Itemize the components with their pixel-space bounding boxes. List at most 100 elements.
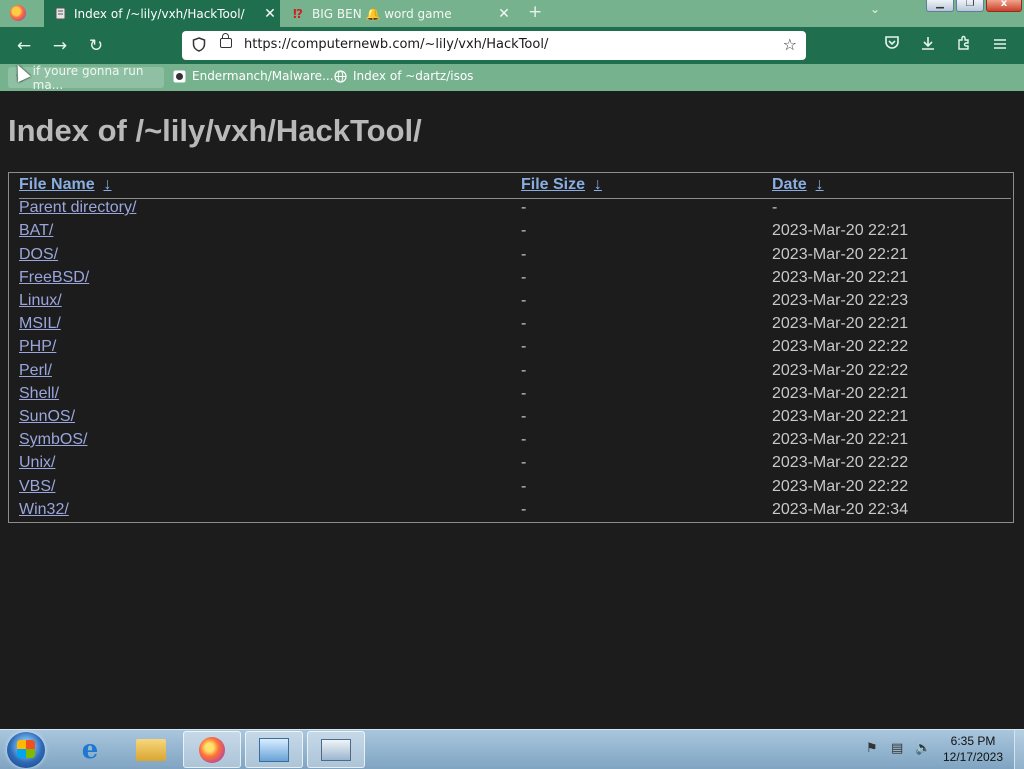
table-header-row: File Name ↓ File Size ↓ Date ↓ — [19, 176, 1011, 199]
directory-link[interactable]: SunOS/ — [19, 408, 75, 425]
close-icon: x — [1000, 0, 1008, 9]
new-tab-button[interactable]: + — [528, 2, 542, 22]
tab-hacktool-index[interactable]: Index of /~lily/vxh/HackTool/ ✕ — [44, 0, 280, 27]
directory-link[interactable]: VBS/ — [19, 478, 55, 495]
directory-link[interactable]: Unix/ — [19, 454, 55, 471]
file-size-cell: - — [521, 246, 527, 263]
address-bar[interactable]: https://computernewb.com/~lily/vxh/HackT… — [182, 31, 806, 60]
file-explorer-icon — [136, 738, 166, 761]
document-server-icon — [53, 7, 67, 21]
table-row: Perl/ - 2023-Mar-20 22:22 — [19, 362, 1011, 384]
table-row: DOS/ - 2023-Mar-20 22:21 — [19, 246, 1011, 268]
firefox-icon — [199, 736, 225, 763]
table-row: SymbOS/ - 2023-Mar-20 22:21 — [19, 431, 1011, 453]
table-row: Win32/ - 2023-Mar-20 22:34 — [19, 501, 1011, 523]
sort-arrow-icon: ↓ — [593, 176, 602, 193]
exclamation-red-icon: ⁉ — [293, 6, 303, 21]
directory-link[interactable]: BAT/ — [19, 222, 53, 239]
date-cell: 2023-Mar-20 22:23 — [772, 292, 909, 309]
show-desktop-button[interactable] — [1014, 730, 1024, 769]
header-label: File Name — [19, 176, 95, 193]
date-cell: 2023-Mar-20 22:22 — [772, 338, 909, 355]
minimize-button[interactable]: ▁ — [926, 0, 954, 12]
network-icon[interactable]: ▤ — [891, 741, 903, 756]
directory-link[interactable]: PHP/ — [19, 338, 56, 355]
reload-icon: ↻ — [88, 36, 104, 56]
file-size-cell: - — [521, 408, 527, 425]
file-size-cell: - — [521, 501, 527, 518]
table-row: PHP/ - 2023-Mar-20 22:22 — [19, 338, 1011, 360]
table-row: Unix/ - 2023-Mar-20 22:22 — [19, 454, 1011, 476]
bookmarks-toolbar: ❦ if youre gonna run ma... Endermanch/Ma… — [0, 64, 1024, 92]
reload-button[interactable]: ↻ — [85, 35, 107, 57]
tab-title: Index of /~lily/vxh/HackTool/ — [74, 6, 245, 21]
date-cell: 2023-Mar-20 22:34 — [772, 501, 909, 518]
globe-icon — [333, 69, 347, 83]
file-size-cell: - — [521, 362, 527, 379]
directory-link[interactable]: Linux/ — [19, 292, 62, 309]
bookmark-item[interactable]: Endermanch/Malware... — [172, 69, 334, 83]
list-all-tabs-icon[interactable]: ⌄ — [870, 2, 880, 16]
date-cell: 2023-Mar-20 22:21 — [772, 269, 909, 286]
sort-by-name-link[interactable]: File Name ↓ — [19, 176, 111, 194]
file-size-cell: - — [521, 454, 527, 471]
restore-icon: ❐ — [965, 0, 975, 9]
volume-muted-icon[interactable]: 🔈 — [915, 741, 931, 756]
table-row: Linux/ - 2023-Mar-20 22:23 — [19, 292, 1011, 314]
hamburger-menu-icon[interactable] — [990, 35, 1010, 54]
bookmark-item[interactable]: Index of ~dartz/isos — [333, 69, 473, 83]
directory-link[interactable]: DOS/ — [19, 246, 58, 263]
url-text[interactable]: https://computernewb.com/~lily/vxh/HackT… — [244, 37, 548, 52]
minimize-icon: ▁ — [936, 0, 944, 9]
page-title: Index of /~lily/vxh/HackTool/ — [8, 113, 422, 148]
taskbar-internet-explorer[interactable]: e — [61, 731, 119, 768]
directory-link[interactable]: Win32/ — [19, 501, 69, 518]
directory-link[interactable]: Perl/ — [19, 362, 52, 379]
github-icon — [172, 69, 186, 83]
file-size-cell: - — [521, 222, 527, 239]
bookmark-item[interactable]: ❦ if youre gonna run ma... — [8, 64, 164, 92]
directory-link[interactable]: SymbOS/ — [19, 431, 87, 448]
tracking-protection-shield-icon[interactable] — [192, 37, 206, 56]
lock-icon[interactable] — [220, 33, 232, 48]
sort-by-size-link[interactable]: File Size ↓ — [521, 176, 602, 194]
header-label: Date — [772, 176, 807, 193]
start-button[interactable] — [7, 732, 45, 768]
close-tab-icon[interactable]: ✕ — [260, 6, 280, 22]
taskbar-on-screen-keyboard[interactable] — [307, 731, 365, 768]
system-clock[interactable]: 6:35 PM 12/17/2023 — [938, 733, 1008, 765]
back-button[interactable]: ← — [13, 35, 35, 57]
date-cell: 2023-Mar-20 22:21 — [772, 315, 909, 332]
close-tab-icon[interactable]: ✕ — [494, 6, 514, 22]
date-cell: 2023-Mar-20 22:22 — [772, 478, 909, 495]
sort-arrow-icon: ↓ — [103, 176, 112, 193]
date-cell: 2023-Mar-20 22:22 — [772, 454, 909, 471]
date-cell: 2023-Mar-20 22:21 — [772, 246, 909, 263]
file-size-cell: - — [521, 199, 527, 216]
sort-by-date-link[interactable]: Date ↓ — [772, 176, 824, 194]
arrow-right-icon: → — [52, 36, 68, 56]
file-size-cell: - — [521, 315, 527, 332]
tab-big-ben[interactable]: ⁉ BIG BEN 🔔 word game ✕ — [282, 0, 514, 27]
table-row: Shell/ - 2023-Mar-20 22:21 — [19, 385, 1011, 407]
taskbar-control-panel[interactable] — [245, 731, 303, 768]
directory-link[interactable]: MSIL/ — [19, 315, 61, 332]
taskbar-firefox[interactable] — [183, 731, 241, 768]
forward-button[interactable]: → — [49, 35, 71, 57]
directory-link[interactable]: Parent directory/ — [19, 199, 136, 216]
directory-link[interactable]: Shell/ — [19, 385, 59, 402]
arrow-left-icon: ← — [16, 36, 32, 56]
pocket-icon[interactable] — [882, 35, 902, 54]
directory-link[interactable]: FreeBSD/ — [19, 269, 89, 286]
extensions-puzzle-icon[interactable] — [954, 35, 974, 55]
restore-button[interactable]: ❐ — [956, 0, 984, 12]
taskbar-file-explorer[interactable] — [122, 731, 180, 768]
firefox-icon[interactable] — [10, 5, 26, 21]
clock-time: 6:35 PM — [950, 734, 996, 748]
action-center-flag-icon[interactable]: ⚑ — [866, 741, 878, 756]
file-size-cell: - — [521, 431, 527, 448]
date-cell: - — [772, 199, 778, 216]
downloads-icon[interactable] — [918, 35, 938, 55]
close-window-button[interactable]: x — [986, 0, 1022, 12]
bookmark-star-icon[interactable]: ☆ — [783, 35, 797, 54]
